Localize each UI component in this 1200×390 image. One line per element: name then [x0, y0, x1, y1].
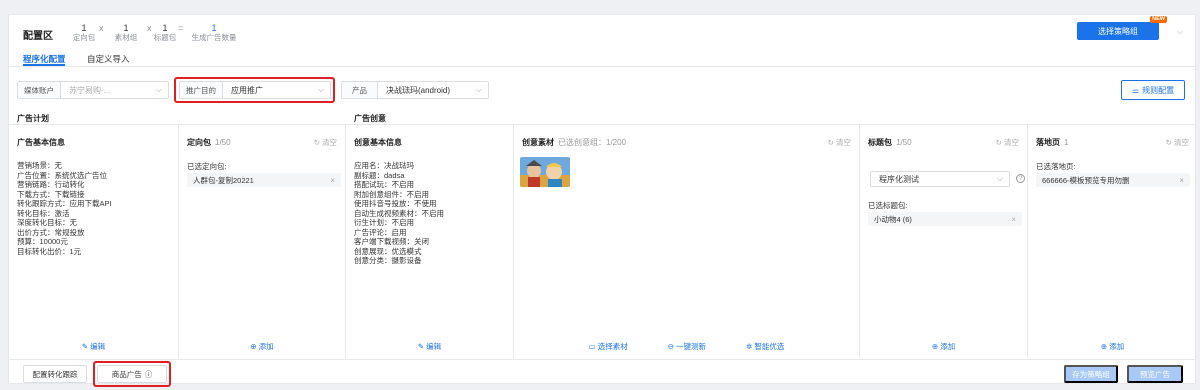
game-artwork-image — [520, 157, 570, 187]
ad-info-list: 营销场景：无 广告位置：系统优选广告位 营销链路：行动转化 下载方式：下载链接 … — [17, 161, 112, 256]
refresh-icon: ⊖ — [667, 342, 675, 351]
material-thumbnail[interactable] — [520, 157, 570, 187]
landing-selected-label: 已选落地页: — [1036, 162, 1076, 171]
creative-info-title: 创意基本信息 — [354, 138, 402, 147]
folder-icon: ▭ — [588, 342, 596, 351]
ad-info-footer: ✎ 编辑 — [9, 341, 178, 352]
sparkle-icon: ✲ — [746, 342, 753, 351]
landing-title: 落地页 1 — [1036, 138, 1069, 147]
count-titles: 1 标题包 — [153, 23, 177, 42]
footer-bar: 配置转化跟踪 商品广告 ⓘ 存为策略组 预览广告 — [9, 359, 1195, 387]
product-select[interactable]: 产品 决战琺玛(android) ⌵ — [341, 81, 489, 99]
chevron-down-icon: ⌵ — [996, 174, 1003, 183]
material-footer: ▭ 选择素材 ⊖ 一键测新 ✲ 智能优选 — [514, 341, 859, 352]
sliders-icon: ⚌ — [1131, 85, 1140, 95]
titles-footer: ⊕ 添加 — [860, 341, 1027, 352]
plus-icon: ⊕ — [250, 342, 257, 351]
plus-icon: ⊕ — [1100, 342, 1108, 351]
op-times: x — [99, 23, 104, 33]
media-account-label: 媒体账户 — [18, 82, 61, 98]
column-targeting: 定向包 1/50 ↻ 清空 已选定向包: 人群包-复制20221 × ⊕ 添加 — [179, 125, 346, 358]
tab-active-indicator — [23, 64, 65, 66]
highlight-box — [174, 77, 335, 103]
product-label: 产品 — [342, 82, 378, 98]
quick-test-button[interactable]: ⊖ 一键测新 — [668, 341, 706, 352]
edit-button[interactable]: ✎ 编辑 — [418, 341, 441, 352]
close-icon[interactable]: × — [330, 176, 335, 185]
landing-footer: ⊕ 添加 — [1028, 341, 1197, 352]
new-badge: NEW — [1150, 16, 1167, 23]
save-strategy-button[interactable]: 存为策略组 — [1064, 365, 1118, 383]
chevron-down-icon[interactable]: ⌵ — [1177, 27, 1183, 37]
config-tabs: 程序化配置 自定义导入 — [9, 49, 1195, 67]
product-value: 决战琺玛(android) — [386, 85, 451, 95]
add-landing-button[interactable]: ⊕ 添加 — [1101, 341, 1124, 352]
close-icon[interactable]: × — [1179, 176, 1184, 185]
media-account-value: 苏宁易购-... — [69, 85, 111, 95]
config-panel: 配置区 1 定向包 x 1 素材组 x 1 标题包 = 1 生成广告数量 选择策略组 N… — [8, 14, 1197, 387]
creative-info-list: 应用名：决战琺玛 副标题：dadsa 搭配试玩：不启用 附加创意组件：不启用 使… — [354, 161, 444, 265]
edit-icon: ✎ — [81, 342, 89, 351]
edit-button[interactable]: ✎ 编辑 — [82, 341, 105, 352]
column-material: 创意素材 已选创意组：1/200 ↻ 清空 ▭ 选择素材 ⊖ 一键测新 ✲ 智能优选 — [514, 125, 860, 358]
plus-icon: ⊕ — [931, 342, 939, 351]
count-material: 1 素材组 — [114, 23, 138, 42]
chevron-down-icon: ⌵ — [475, 85, 482, 94]
ad-info-title: 广告基本信息 — [17, 138, 65, 147]
add-targeting-button[interactable]: ⊕ 添加 — [250, 341, 273, 352]
close-icon[interactable]: × — [1011, 215, 1016, 224]
highlight-box — [93, 361, 171, 387]
config-title: 配置区 — [23, 31, 53, 42]
count-targeting: 1 定向包 — [72, 23, 96, 42]
column-titles: 标题包 1/50 ↻ 清空 程序化测试 ⌵ ? 已选标题包: 小动物4 (6) × ⊕… — [860, 125, 1028, 358]
titles-chip[interactable]: 小动物4 (6) × — [868, 212, 1022, 226]
section-ad-creative: 广告创意 — [354, 114, 386, 123]
landing-chip[interactable]: 666666-模板预览专用勿删 × — [1036, 173, 1190, 187]
clear-button[interactable]: ↻ 清空 — [314, 137, 337, 148]
media-account-select[interactable]: 媒体账户 苏宁易购-... ⌵ — [17, 81, 169, 99]
conversion-tracking-button[interactable]: 配置转化跟踪 — [23, 365, 87, 383]
creative-info-footer: ✎ 编辑 — [346, 341, 513, 352]
section-ad-plan: 广告计划 — [17, 114, 49, 123]
column-ad-info: 广告基本信息 营销场景：无 广告位置：系统优选广告位 营销链路：行动转化 下载方… — [9, 125, 179, 358]
targeting-selected-label: 已选定向包: — [187, 162, 227, 171]
targeting-chip[interactable]: 人群包-复制20221 × — [187, 173, 341, 187]
config-header: 配置区 1 定向包 x 1 素材组 x 1 标题包 = 1 生成广告数量 选择策略组 N… — [9, 15, 1195, 47]
count-total-ads: 1 生成广告数量 — [191, 23, 237, 42]
clear-button[interactable]: ↻ 清空 — [828, 137, 851, 148]
material-title: 创意素材 已选创意组：1/200 — [522, 138, 627, 147]
tab-custom-import[interactable]: 自定义导入 — [87, 53, 130, 65]
select-strategy-button[interactable]: 选择策略组 — [1077, 22, 1159, 40]
title-package-select[interactable]: 程序化测试 ⌵ — [870, 171, 1010, 187]
chevron-down-icon: ⌵ — [155, 85, 162, 94]
targeting-footer: ⊕ 添加 — [179, 341, 345, 352]
edit-icon: ✎ — [417, 342, 425, 351]
smart-select-button[interactable]: ✲ 智能优选 — [746, 341, 784, 352]
clear-button[interactable]: ↻ 清空 — [1166, 137, 1189, 148]
column-landing: 落地页 1 ↻ 清空 已选落地页: 666666-模板预览专用勿删 × ⊕ 添加 — [1028, 125, 1197, 358]
help-icon[interactable]: ? — [1016, 174, 1025, 183]
clear-button[interactable]: ↻ 清空 — [996, 137, 1019, 148]
rule-config-button[interactable]: ⚌ 规则配置 — [1121, 80, 1185, 100]
select-material-button[interactable]: ▭ 选择素材 — [589, 341, 628, 352]
titles-title: 标题包 1/50 — [868, 138, 912, 147]
add-title-button[interactable]: ⊕ 添加 — [932, 341, 955, 352]
titles-selected-label: 已选标题包: — [868, 201, 908, 210]
preview-ad-button[interactable]: 预览广告 — [1127, 365, 1183, 383]
column-creative-info: 创意基本信息 应用名：决战琺玛 副标题：dadsa 搭配试玩：不启用 附加创意组… — [346, 125, 514, 358]
targeting-title: 定向包 1/50 — [187, 138, 231, 147]
